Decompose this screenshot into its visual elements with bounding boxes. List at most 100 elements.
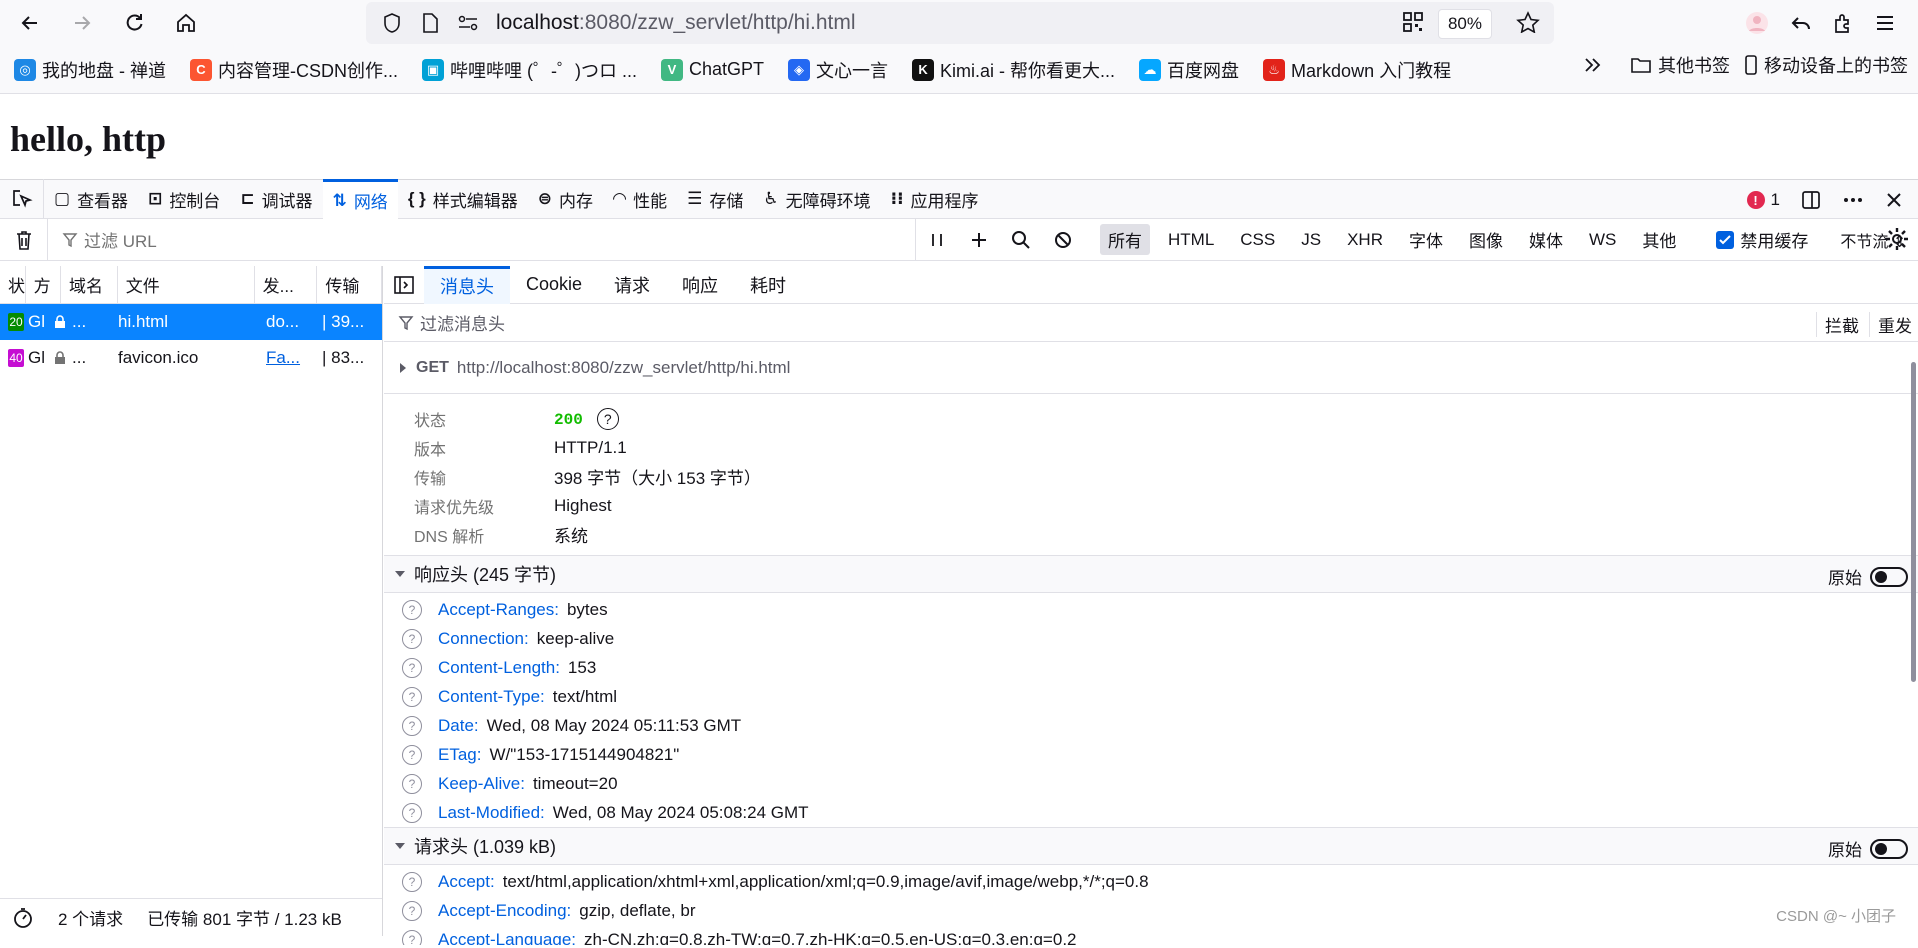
- type-filter-button[interactable]: XHR: [1339, 227, 1391, 253]
- devtools-tab[interactable]: ◠ 性能: [603, 179, 677, 219]
- help-question-icon[interactable]: ?: [402, 929, 422, 945]
- type-filter-button[interactable]: 图像: [1461, 224, 1511, 255]
- header-row[interactable]: ? Connection: keep-alive: [402, 624, 1918, 653]
- devtools-tab[interactable]: ⊏ 调试器: [230, 179, 322, 219]
- devtools-tab[interactable]: { } 样式编辑器: [398, 179, 528, 219]
- devtools-tab[interactable]: ⊡ 控制台: [138, 179, 230, 219]
- search-button[interactable]: [1000, 219, 1042, 261]
- bookmark-star-icon[interactable]: [1516, 11, 1540, 33]
- column-header[interactable]: 域名: [61, 265, 118, 304]
- help-question-icon[interactable]: ?: [402, 657, 422, 678]
- type-filter-button[interactable]: JS: [1293, 227, 1329, 253]
- app-menu-icon[interactable]: [1874, 12, 1896, 34]
- type-filter-button[interactable]: 字体: [1401, 224, 1451, 255]
- type-filter-button[interactable]: 所有: [1100, 224, 1150, 255]
- block-button[interactable]: [1042, 219, 1084, 261]
- bookmark-item[interactable]: ▣ 哔哩哔哩 (゜-゜)つロ ...: [422, 57, 637, 83]
- request-url-row[interactable]: GET http://localhost:8080/zzw_servlet/ht…: [384, 342, 1918, 394]
- header-row[interactable]: ? Content-Length: 153: [402, 653, 1918, 682]
- devtools-tab[interactable]: ⊜ 内存: [528, 179, 603, 219]
- bookmark-item[interactable]: V ChatGPT: [661, 58, 764, 81]
- more-bookmarks-chevron-icon[interactable]: [1582, 55, 1604, 75]
- header-row[interactable]: ? Accept-Ranges: bytes: [402, 595, 1918, 624]
- type-filter-button[interactable]: HTML: [1160, 227, 1222, 253]
- forward-button[interactable]: [64, 5, 100, 41]
- column-header[interactable]: 状: [0, 265, 26, 304]
- detail-tab[interactable]: 响应: [666, 266, 734, 304]
- reload-button[interactable]: [116, 5, 152, 41]
- column-header[interactable]: 发...: [255, 265, 318, 304]
- filter-url-input[interactable]: 过滤 URL: [48, 218, 916, 261]
- account-avatar-icon[interactable]: [1744, 10, 1770, 36]
- detail-tab[interactable]: Cookie: [510, 266, 598, 304]
- header-row[interactable]: ? ETag: W/"153-1715144904821": [402, 740, 1918, 769]
- request-raw-toggle[interactable]: 原始: [1828, 836, 1908, 861]
- help-question-icon[interactable]: ?: [402, 802, 422, 823]
- more-options-icon[interactable]: [1842, 189, 1864, 211]
- extensions-icon[interactable]: [1832, 12, 1854, 34]
- detail-tab[interactable]: 耗时: [734, 266, 802, 304]
- help-question-icon[interactable]: ?: [402, 773, 422, 794]
- request-headers-section[interactable]: 请求头 (1.039 kB) 原始: [384, 827, 1918, 865]
- bookmark-item[interactable]: ☁ 百度网盘: [1139, 57, 1239, 83]
- address-bar[interactable]: localhost:8080/zzw_servlet/http/hi.html …: [366, 2, 1554, 44]
- new-request-button[interactable]: [958, 219, 1000, 261]
- type-filter-button[interactable]: 媒体: [1521, 224, 1571, 255]
- header-row[interactable]: ? Keep-Alive: timeout=20: [402, 769, 1918, 798]
- help-question-icon[interactable]: ?: [402, 900, 422, 921]
- page-info-icon[interactable]: [416, 9, 444, 37]
- zoom-level-button[interactable]: 80%: [1437, 9, 1492, 39]
- request-row[interactable]: 20 Gl... hi.html do... | 39...: [0, 304, 382, 340]
- devtools-tab[interactable]: ▢ 查看器: [44, 179, 138, 219]
- home-button[interactable]: [168, 5, 204, 41]
- help-question-icon[interactable]: ?: [402, 686, 422, 707]
- mobile-bookmarks-folder[interactable]: 移动设备上的书签: [1744, 52, 1908, 78]
- permissions-icon[interactable]: [454, 9, 482, 37]
- column-header[interactable]: 文件: [118, 265, 255, 304]
- type-filter-button[interactable]: CSS: [1232, 227, 1283, 253]
- pause-button[interactable]: [916, 219, 958, 261]
- performance-stopwatch-icon[interactable]: [12, 907, 34, 929]
- header-row[interactable]: ? Date: Wed, 08 May 2024 05:11:53 GMT: [402, 711, 1918, 740]
- header-row[interactable]: ? Accept-Language: zh-CN,zh;q=0.8,zh-TW;q=…: [402, 925, 1918, 945]
- qr-code-icon[interactable]: [1402, 11, 1424, 33]
- block-request-button[interactable]: 拦截: [1816, 312, 1859, 337]
- help-question-icon[interactable]: ?: [402, 599, 422, 620]
- column-header[interactable]: 传输: [317, 265, 382, 304]
- column-header[interactable]: 方: [26, 265, 61, 304]
- help-question-icon[interactable]: ?: [402, 715, 422, 736]
- bookmark-item[interactable]: C 内容管理-CSDN创作...: [190, 57, 398, 83]
- toggle-sidebar-icon[interactable]: [384, 275, 424, 294]
- bookmark-item[interactable]: ♨ Markdown 入门教程: [1263, 57, 1451, 83]
- header-row[interactable]: ? Content-Type: text/html: [402, 682, 1918, 711]
- bookmark-item[interactable]: K Kimi.ai - 帮你看更大...: [912, 57, 1115, 83]
- help-question-icon[interactable]: ?: [402, 628, 422, 649]
- detail-scrollbar[interactable]: [1911, 362, 1916, 682]
- element-picker-button[interactable]: [0, 179, 44, 219]
- other-bookmarks-folder[interactable]: 其他书签: [1630, 52, 1730, 78]
- help-question-icon[interactable]: ?: [402, 744, 422, 765]
- resend-button[interactable]: 重发: [1869, 312, 1912, 337]
- devtools-tab[interactable]: ⁝⁝ 应用程序: [881, 179, 989, 219]
- tracking-protection-shield-icon[interactable]: [378, 9, 406, 37]
- header-row[interactable]: ? Accept: text/html,application/xhtml+xml,…: [402, 867, 1918, 896]
- help-question-icon[interactable]: ?: [402, 871, 422, 892]
- type-filter-button[interactable]: 其他: [1634, 224, 1684, 255]
- network-settings-gear-icon[interactable]: [1884, 226, 1910, 252]
- bookmark-item[interactable]: ◈ 文心一言: [788, 57, 888, 83]
- type-filter-button[interactable]: WS: [1581, 227, 1624, 253]
- undo-close-icon[interactable]: [1790, 12, 1812, 34]
- devtools-tab[interactable]: ⇅ 网络: [322, 179, 398, 219]
- back-button[interactable]: [12, 5, 48, 41]
- response-headers-section[interactable]: 响应头 (245 字节) 原始: [384, 555, 1918, 593]
- url-text[interactable]: localhost:8080/zzw_servlet/http/hi.html: [496, 11, 856, 35]
- header-row[interactable]: ? Last-Modified: Wed, 08 May 2024 05:08:24…: [402, 798, 1918, 827]
- error-count-badge[interactable]: ! 1: [1746, 190, 1780, 210]
- devtools-tab[interactable]: ♿ 无障碍环境: [753, 179, 880, 219]
- expand-triangle-icon[interactable]: [398, 362, 408, 374]
- disable-cache-checkbox[interactable]: 禁用缓存: [1716, 227, 1808, 252]
- header-row[interactable]: ? Accept-Encoding: gzip, deflate, br: [402, 896, 1918, 925]
- request-row[interactable]: 40 Gl... favicon.ico Fa... | 83...: [0, 340, 382, 376]
- filter-headers-input[interactable]: 过滤消息头 拦截 重发: [384, 304, 1918, 342]
- help-question-icon[interactable]: ?: [596, 407, 619, 430]
